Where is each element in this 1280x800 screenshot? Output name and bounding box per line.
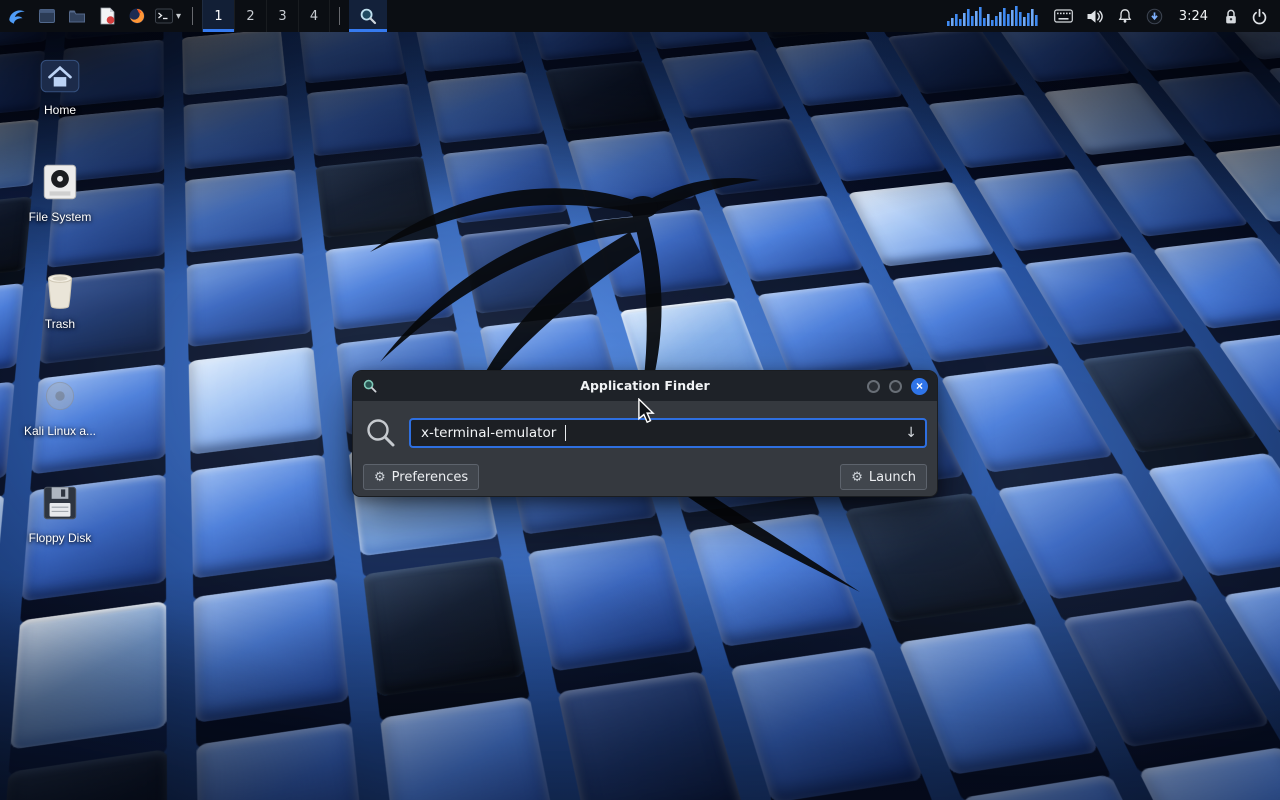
preferences-button-label: Preferences [392, 470, 468, 485]
command-input[interactable]: x-terminal-emulator ↓ [409, 418, 927, 448]
wallpaper-cube [379, 696, 557, 800]
workspace-switcher: 1 2 3 4 [202, 0, 330, 32]
search-icon [365, 417, 397, 449]
panel-separator [192, 7, 193, 25]
desktop-icon-home[interactable]: Home [12, 52, 108, 159]
top-panel: ▾ 1 2 3 4 [0, 0, 1280, 32]
wallpaper-cube [0, 32, 51, 51]
kali-menu-button[interactable] [2, 0, 32, 32]
text-editor-icon [97, 6, 117, 26]
wallpaper-cube [891, 266, 1050, 363]
desktop-icon-column: Home File System Trash [12, 52, 108, 587]
wallpaper-cube [0, 494, 4, 625]
keyboard-icon [1054, 9, 1073, 23]
bell-icon [1117, 8, 1133, 24]
workspace-4[interactable]: 4 [298, 0, 330, 32]
screen-lock[interactable] [1224, 8, 1238, 25]
floppy-disk-icon [37, 480, 83, 526]
wallpaper-cube [927, 94, 1068, 168]
terminal-icon [154, 6, 174, 26]
desktop-icon-floppy[interactable]: Floppy Disk [12, 480, 108, 587]
volume-control[interactable] [1086, 9, 1104, 24]
wallpaper-cube [730, 646, 924, 800]
text-editor-launcher[interactable] [92, 0, 122, 32]
wallpaper-cube [972, 168, 1123, 252]
update-arrow-icon [1146, 8, 1163, 25]
lock-icon [1224, 8, 1238, 25]
volume-disc-icon [37, 373, 83, 419]
launch-icon: ⚙ [851, 470, 863, 485]
taskbar-application-finder[interactable] [349, 0, 387, 32]
wallpaper-cube [0, 749, 168, 800]
wallpaper-cube [413, 32, 524, 72]
mouse-cursor [637, 398, 655, 424]
dropdown-arrow-icon[interactable]: ↓ [905, 425, 917, 441]
panel-separator [339, 7, 340, 25]
drive-icon [37, 159, 83, 205]
launch-button-label: Launch [869, 470, 916, 485]
command-input-value: x-terminal-emulator [421, 425, 556, 441]
audio-visualizer-widget[interactable] [947, 6, 1041, 26]
wallpaper-cube [525, 32, 639, 61]
workspace-3[interactable]: 3 [266, 0, 298, 32]
desktop-icon-label: Home [44, 103, 76, 117]
logout-power[interactable] [1251, 8, 1268, 25]
wallpaper-cube [1138, 747, 1280, 800]
notifications[interactable] [1117, 8, 1133, 24]
keyboard-indicator[interactable] [1054, 9, 1073, 23]
gear-icon: ⚙ [374, 470, 386, 485]
kali-dragon-logo [250, 70, 910, 610]
maximize-button[interactable] [889, 380, 902, 393]
software-updates[interactable] [1146, 8, 1163, 25]
desktop-icon-label: Kali Linux a... [24, 424, 96, 438]
wallpaper-cube [1043, 82, 1187, 155]
firefox-launcher[interactable] [122, 0, 152, 32]
text-caret [565, 425, 566, 441]
wallpaper-cube [997, 32, 1131, 83]
power-icon [1251, 8, 1268, 25]
preferences-button[interactable]: ⚙ Preferences [363, 464, 479, 490]
workspace-2[interactable]: 2 [234, 0, 266, 32]
titlebar[interactable]: Application Finder × [353, 371, 937, 401]
audio-spectrum-icon [947, 6, 1041, 26]
app-finder-icon [358, 6, 378, 26]
wallpaper-cube [941, 362, 1114, 472]
home-folder-icon [37, 52, 83, 98]
wallpaper-cube [1023, 251, 1186, 345]
firefox-icon [127, 6, 147, 26]
files-launcher[interactable] [32, 0, 62, 32]
wallpaper-cube [11, 601, 168, 750]
desktop-icon-file-system[interactable]: File System [12, 159, 108, 266]
launch-button[interactable]: ⚙ Launch [840, 464, 927, 490]
wallpaper-cube [744, 32, 864, 39]
window-title: Application Finder [353, 371, 937, 401]
wallpaper-cube [898, 622, 1099, 775]
chevron-down-icon: ▾ [176, 11, 181, 22]
application-finder-window: Application Finder × x-terminal-emulator… [352, 370, 938, 497]
desktop-icon-label: File System [29, 210, 92, 224]
wallpaper-cube [997, 472, 1186, 599]
volume-icon [1086, 9, 1104, 24]
terminal-dropdown-launcher[interactable]: ▾ [152, 0, 183, 32]
wallpaper-cube [197, 722, 366, 800]
file-manager-icon [37, 6, 57, 26]
folder-icon [67, 6, 87, 26]
wallpaper-cube [65, 32, 164, 40]
screen: ▾ 1 2 3 4 [0, 0, 1280, 800]
desktop-icon-label: Floppy Disk [29, 531, 92, 545]
wallpaper-cube [635, 32, 752, 50]
desktop-icon-kali-volume[interactable]: Kali Linux a... [12, 373, 108, 480]
trash-icon [37, 266, 83, 312]
desktop-icon-trash[interactable]: Trash [12, 266, 108, 373]
minimize-button[interactable] [867, 380, 880, 393]
wallpaper-cube [557, 671, 743, 800]
kali-logo-icon [6, 5, 28, 27]
close-button[interactable]: × [911, 378, 928, 395]
documents-launcher[interactable] [62, 0, 92, 32]
desktop-icon-label: Trash [45, 317, 75, 331]
workspace-1[interactable]: 1 [202, 0, 234, 32]
clock[interactable]: 3:24 [1176, 9, 1211, 24]
